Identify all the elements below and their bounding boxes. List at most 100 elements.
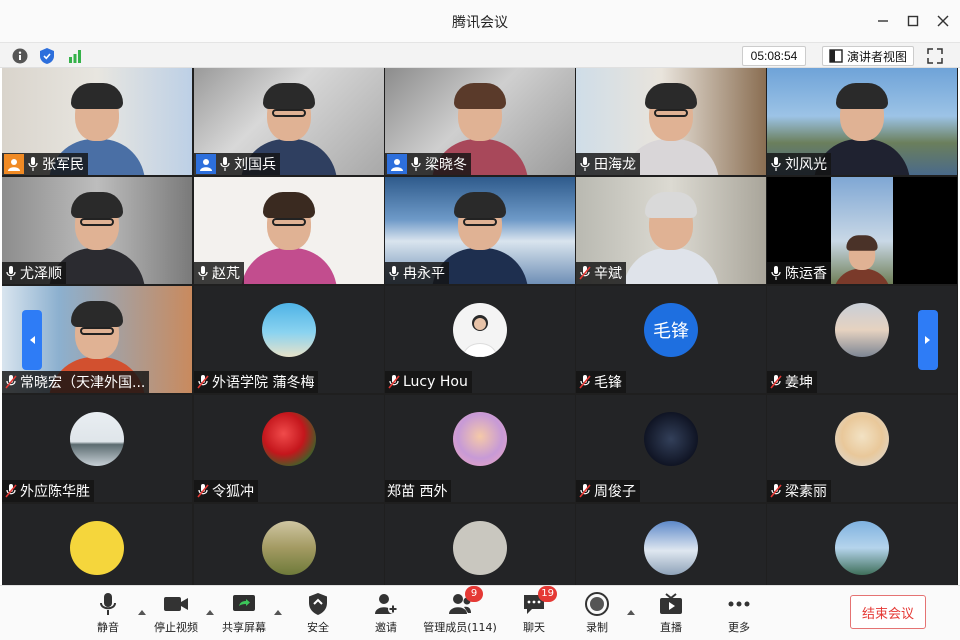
shield-icon: [305, 592, 331, 616]
participant-name: 周俊子: [594, 484, 636, 500]
members-count-badge: 9: [465, 586, 483, 602]
participant-name: 刘国兵: [234, 157, 276, 173]
participant-avatar: [644, 521, 698, 575]
participant-tile[interactable]: 张军民: [2, 68, 192, 175]
network-signal-icon[interactable]: [66, 47, 84, 65]
meeting-status-bar: 05:08:54 演讲者视图: [0, 42, 960, 68]
participant-name: 冉永平: [403, 266, 445, 282]
participant-name: Lucy Hou: [403, 374, 468, 390]
speaker-view-button[interactable]: 演讲者视图: [822, 46, 915, 66]
mic-muted-icon: [4, 483, 18, 499]
window-title: 腾讯会议: [452, 15, 508, 31]
microphone-icon: [95, 592, 121, 616]
participant-nameplate: 外应陈华胜: [2, 480, 94, 502]
more-button[interactable]: 更多: [699, 592, 779, 638]
participant-tile[interactable]: 赵芃: [194, 177, 384, 284]
participant-name: 梁晓冬: [425, 157, 467, 173]
participant-avatar: [70, 412, 124, 466]
live-stream-icon: [658, 592, 684, 616]
minimize-icon[interactable]: [870, 8, 896, 34]
participant-tile[interactable]: 刘风光: [767, 68, 957, 175]
participant-avatar: [453, 521, 507, 575]
mic-muted-icon: [387, 374, 401, 390]
members-icon: 9: [447, 586, 483, 616]
live-label: 直播: [660, 621, 682, 634]
participant-tile[interactable]: 冉永平: [385, 177, 575, 284]
participant-name: 赵芃: [212, 266, 240, 282]
mic-muted-icon: [578, 265, 592, 281]
cohost-badge-icon: [387, 154, 407, 174]
participant-tile[interactable]: 尤泽顺: [2, 177, 192, 284]
shield-icon[interactable]: [38, 47, 56, 65]
security-label: 安全: [307, 621, 329, 634]
invite-button[interactable]: 邀请: [346, 592, 426, 638]
participant-tile[interactable]: 外应陈华胜: [2, 395, 192, 502]
more-label: 更多: [728, 621, 750, 634]
participant-nameplate: 刘国兵: [194, 153, 280, 175]
participant-tile[interactable]: 陈运香: [767, 177, 957, 284]
participant-tile[interactable]: [767, 504, 957, 585]
participant-video: [241, 190, 337, 284]
participant-nameplate: 梁素丽: [767, 480, 831, 502]
record-button[interactable]: 录制: [557, 592, 637, 638]
participant-video: [623, 190, 719, 284]
participant-tile[interactable]: 郑苗 西外: [385, 395, 575, 502]
maximize-icon[interactable]: [900, 8, 926, 34]
participant-nameplate: 令狐冲: [194, 480, 258, 502]
share-screen-label: 共享屏幕: [222, 621, 266, 634]
mic-on-icon: [26, 156, 40, 172]
participant-avatar: [835, 521, 889, 575]
chevron-left-icon: [30, 336, 35, 344]
participant-nameplate: 梁晓冬: [385, 153, 471, 175]
info-icon[interactable]: [11, 47, 29, 65]
mic-muted-icon: [769, 483, 783, 499]
participant-tile[interactable]: 令狐冲: [194, 395, 384, 502]
mute-label: 静音: [97, 621, 119, 634]
participant-nameplate: 外语学院 蒲冬梅: [194, 371, 319, 393]
participant-tile[interactable]: [194, 504, 384, 585]
mic-on-icon: [196, 265, 210, 281]
participant-nameplate: 尤泽顺: [2, 262, 66, 284]
manage-members-button[interactable]: 9 管理成员(114): [420, 586, 500, 638]
more-dots-icon: [726, 592, 752, 616]
mic-on-icon: [769, 156, 783, 172]
participant-tile[interactable]: 梁素丽: [767, 395, 957, 502]
participant-nameplate: 毛锋: [576, 371, 626, 393]
participant-name: 常晓宏（天津外国...: [20, 375, 146, 391]
participant-tile[interactable]: 外语学院 蒲冬梅: [194, 286, 384, 393]
participant-tile[interactable]: 周俊子: [576, 395, 766, 502]
participant-tile[interactable]: [576, 504, 766, 585]
participant-tile[interactable]: 辛斌: [576, 177, 766, 284]
participant-tile[interactable]: Lucy Hou: [385, 286, 575, 393]
participant-avatar: [453, 412, 507, 466]
previous-page-button[interactable]: [22, 310, 42, 370]
chat-bubble-icon: 19: [521, 586, 557, 616]
stop-video-label: 停止视频: [154, 621, 198, 634]
next-page-button[interactable]: [918, 310, 938, 370]
share-screen-button[interactable]: 共享屏幕: [204, 592, 284, 638]
participant-tile[interactable]: 梁晓冬: [385, 68, 575, 175]
close-icon[interactable]: [930, 8, 956, 34]
mic-muted-icon: [196, 374, 210, 390]
participant-tile[interactable]: 刘国兵: [194, 68, 384, 175]
mic-on-icon: [218, 156, 232, 172]
participant-nameplate: 陈运香: [767, 262, 831, 284]
participant-tile[interactable]: 田海龙: [576, 68, 766, 175]
participant-nameplate: 周俊子: [576, 480, 640, 502]
participant-avatar: [262, 303, 316, 357]
participant-tile[interactable]: 毛锋 毛锋: [576, 286, 766, 393]
chevron-right-icon: [925, 336, 930, 344]
record-icon: [584, 592, 610, 616]
participant-tile[interactable]: [385, 504, 575, 585]
participant-name: 郑苗 西外: [387, 484, 448, 500]
participant-name: 令狐冲: [212, 484, 254, 500]
participant-avatar: [453, 303, 507, 357]
participant-tile[interactable]: [2, 504, 192, 585]
portrait-avatar-icon: [462, 315, 498, 357]
participant-name: 田海龙: [594, 157, 636, 173]
end-meeting-button[interactable]: 结束会议: [850, 595, 926, 629]
participant-nameplate: 郑苗 西外: [385, 480, 452, 502]
add-user-icon: [373, 592, 399, 616]
participant-nameplate: 常晓宏（天津外国...: [2, 371, 150, 393]
fullscreen-icon[interactable]: [926, 47, 944, 65]
